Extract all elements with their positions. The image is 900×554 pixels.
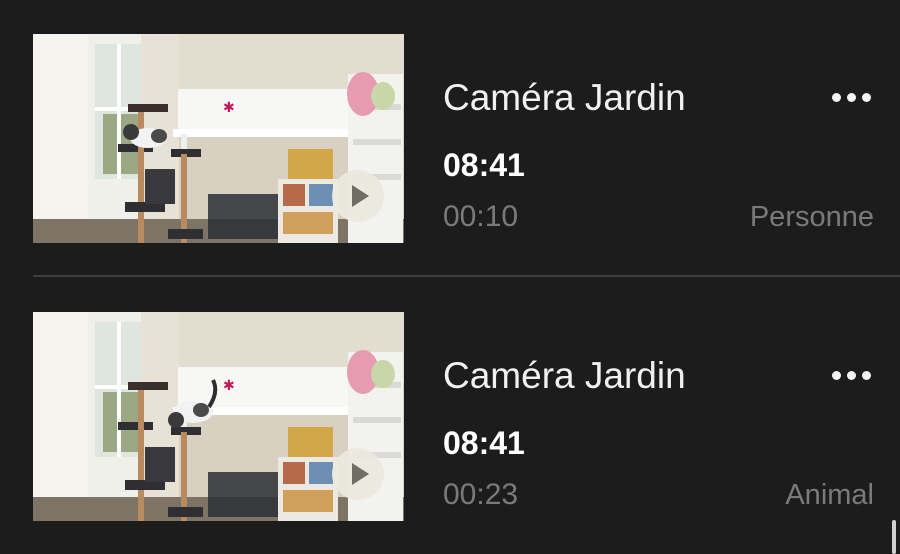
camera-name: Caméra Jardin [443, 355, 686, 396]
clip-duration: 00:23 [443, 478, 519, 511]
play-button[interactable] [332, 448, 384, 500]
detection-tag: Personne [749, 201, 874, 233]
clip-thumbnail[interactable]: ✱ [33, 312, 404, 521]
clip-duration: 00:10 [443, 200, 519, 233]
more-options-icon [832, 93, 841, 102]
play-button[interactable] [332, 170, 384, 222]
svg-text:✱: ✱ [223, 100, 235, 116]
more-options-icon-dot [862, 93, 871, 102]
more-options-icon-dot [847, 371, 856, 380]
svg-text:✱: ✱ [223, 378, 235, 394]
clip-row[interactable]: ✱ [0, 0, 900, 277]
camera-name: Caméra Jardin [443, 77, 686, 118]
detection-tag: Animal [785, 479, 874, 511]
more-options-button[interactable] [828, 82, 874, 112]
row-divider [33, 275, 900, 277]
clip-row[interactable]: ✱ [0, 278, 900, 554]
play-icon [352, 185, 369, 207]
clip-time: 08:41 [443, 425, 525, 461]
more-options-button[interactable] [828, 360, 874, 390]
scrollbar[interactable] [892, 520, 896, 554]
more-options-icon-dot [862, 371, 871, 380]
play-icon [352, 463, 369, 485]
clip-thumbnail[interactable]: ✱ [33, 34, 404, 243]
clip-list: ✱ Caméra Jardin 08:41 00:10 Personne ✱ C… [0, 0, 900, 554]
more-options-icon [832, 371, 841, 380]
clip-time: 08:41 [443, 147, 525, 183]
more-options-icon-dot [847, 93, 856, 102]
